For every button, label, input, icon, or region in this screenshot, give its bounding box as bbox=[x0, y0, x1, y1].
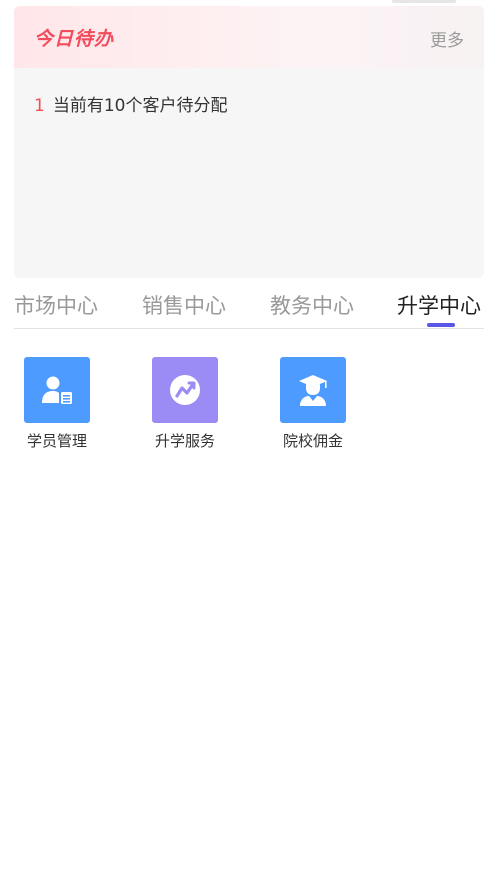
grid-item-college-commission[interactable]: 院校佣金 bbox=[268, 357, 358, 451]
grid-item-student-management[interactable]: 学员管理 bbox=[12, 357, 102, 451]
center-tabs: 市场中心 销售中心 教务中心 升学中心 bbox=[0, 286, 497, 328]
grid-item-label: 学员管理 bbox=[26, 432, 87, 450]
todo-title: 今日待办 bbox=[34, 28, 115, 50]
student-card-icon bbox=[24, 357, 90, 423]
todo-header: 今日待办 更多 bbox=[14, 6, 484, 68]
top-edge-fragment bbox=[392, 0, 456, 3]
tabs-divider bbox=[14, 328, 484, 329]
tab-admission-center[interactable]: 升学中心 bbox=[397, 290, 481, 320]
graduate-icon bbox=[280, 357, 346, 423]
grid-item-label: 院校佣金 bbox=[282, 432, 343, 450]
trend-up-icon bbox=[152, 357, 218, 423]
grid-item-label: 升学服务 bbox=[154, 432, 215, 450]
grid-item-admission-service[interactable]: 升学服务 bbox=[140, 357, 230, 451]
page: 今日待办 更多 1 当前有10个客户待分配 市场中心 销售中心 教务中心 升学中心… bbox=[0, 0, 497, 883]
todo-item[interactable]: 1 当前有10个客户待分配 bbox=[34, 91, 227, 116]
tab-sales-center[interactable]: 销售中心 bbox=[142, 290, 226, 320]
tab-academic-center[interactable]: 教务中心 bbox=[270, 290, 354, 320]
todo-item-text: 当前有10个客户待分配 bbox=[52, 96, 228, 116]
tab-market-center[interactable]: 市场中心 bbox=[14, 290, 98, 320]
more-link[interactable]: 更多 bbox=[430, 26, 464, 51]
todo-item-index: 1 bbox=[34, 96, 45, 116]
todo-card: 今日待办 更多 1 当前有10个客户待分配 bbox=[14, 6, 484, 278]
active-tab-indicator bbox=[427, 323, 455, 327]
